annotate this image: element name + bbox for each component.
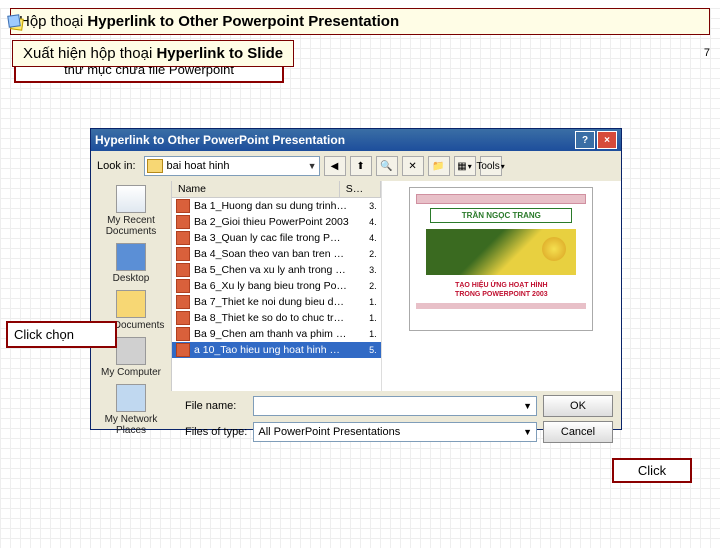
page-number: 7: [704, 47, 710, 59]
file-list[interactable]: Name S… Ba 1_Huong dan su dung trinh…3.B…: [172, 181, 382, 391]
file-row[interactable]: Ba 4_Soan theo van ban tren …2.: [172, 246, 381, 262]
newfolder-icon[interactable]: 📁: [428, 156, 450, 176]
dialog-title: Hyperlink to Other PowerPoint Presentati…: [95, 133, 345, 147]
decor-corner-icon: [8, 15, 26, 33]
filename-input[interactable]: ▼: [253, 396, 537, 416]
flower-image: [426, 229, 576, 275]
ppt-icon: [176, 279, 190, 293]
network-icon: [116, 384, 146, 412]
lookin-label: Look in:: [97, 160, 136, 172]
filetype-label: Files of type:: [185, 426, 247, 438]
ppt-icon: [176, 199, 190, 213]
places-bar: My Recent Documents Desktop My Documents…: [91, 181, 172, 391]
computer-icon: [116, 337, 146, 365]
ppt-icon: [176, 295, 190, 309]
slide-preview: TRẦN NGỌC TRANG TẠO HIỆU ỨNG HOẠT HÌNHTR…: [409, 187, 593, 331]
views-icon[interactable]: ▦: [454, 156, 476, 176]
dialog-toolbar: Look in: bai hoat hinh ▼ ◀ ⬆ 🔍 ✕ 📁 ▦ Too…: [91, 151, 621, 181]
lookin-combo[interactable]: bai hoat hinh ▼: [144, 156, 320, 176]
ppt-icon: [176, 263, 190, 277]
file-row[interactable]: Ba 5_Chen va xu ly anh trong …3.: [172, 262, 381, 278]
ppt-icon: [176, 327, 190, 341]
place-recent[interactable]: My Recent Documents: [91, 185, 171, 237]
preview-pane: TRẦN NGỌC TRANG TẠO HIỆU ỨNG HOẠT HÌNHTR…: [382, 181, 621, 391]
search-icon[interactable]: 🔍: [376, 156, 398, 176]
file-list-header: Name S…: [172, 181, 381, 198]
filetype-combo[interactable]: All PowerPoint Presentations▼: [253, 422, 537, 442]
place-desktop[interactable]: Desktop: [113, 243, 150, 284]
tools-menu[interactable]: Tools: [480, 156, 502, 176]
title-bold: Hyperlink to Other Powerpoint Presentati…: [87, 13, 399, 30]
mydocs-icon: [116, 290, 146, 318]
filename-label: File name:: [185, 400, 247, 412]
chevron-down-icon: ▼: [308, 161, 317, 171]
lookin-value: bai hoat hinh: [167, 160, 230, 172]
ppt-icon: [176, 215, 190, 229]
back-icon[interactable]: ◀: [324, 156, 346, 176]
file-row[interactable]: Ba 7_Thiet ke noi dung bieu d…1.: [172, 294, 381, 310]
folder-icon: [147, 159, 163, 173]
file-row[interactable]: Ba 3_Quan ly cac file trong P…4.: [172, 230, 381, 246]
delete-icon[interactable]: ✕: [402, 156, 424, 176]
up-icon[interactable]: ⬆: [350, 156, 372, 176]
footer-text: Xuất hiện hộp thoại Hyperlink to Slide: [12, 40, 294, 67]
place-network[interactable]: My Network Places: [91, 384, 171, 436]
cancel-button[interactable]: Cancel: [543, 421, 613, 443]
close-button[interactable]: ×: [597, 131, 617, 149]
callout-click: Click: [612, 458, 692, 483]
hyperlink-dialog: Hyperlink to Other PowerPoint Presentati…: [90, 128, 622, 430]
file-row[interactable]: Ba 1_Huong dan su dung trinh…3.: [172, 198, 381, 214]
ppt-icon: [176, 247, 190, 261]
ppt-icon: [176, 343, 190, 357]
desktop-icon: [116, 243, 146, 271]
dialog-titlebar: Hyperlink to Other PowerPoint Presentati…: [91, 129, 621, 151]
file-row[interactable]: Ba 8_Thiet ke so do to chuc tr…1.: [172, 310, 381, 326]
ppt-icon: [176, 311, 190, 325]
file-row[interactable]: Ba 6_Xu ly bang bieu trong Po…2.: [172, 278, 381, 294]
page-title: Hộp thoại Hyperlink to Other Powerpoint …: [10, 8, 710, 35]
file-row[interactable]: Ba 9_Chen am thanh va phim …1.: [172, 326, 381, 342]
title-prefix: Hộp thoại: [19, 13, 87, 30]
recent-icon: [116, 185, 146, 213]
file-row[interactable]: a 10_Tao hieu ung hoat hinh …5.: [172, 342, 381, 358]
help-button[interactable]: ?: [575, 131, 595, 149]
ppt-icon: [176, 231, 190, 245]
file-row[interactable]: Ba 2_Gioi thieu PowerPoint 20034.: [172, 214, 381, 230]
ok-button[interactable]: OK: [543, 395, 613, 417]
callout-click-chon: Click chọn: [6, 321, 117, 348]
